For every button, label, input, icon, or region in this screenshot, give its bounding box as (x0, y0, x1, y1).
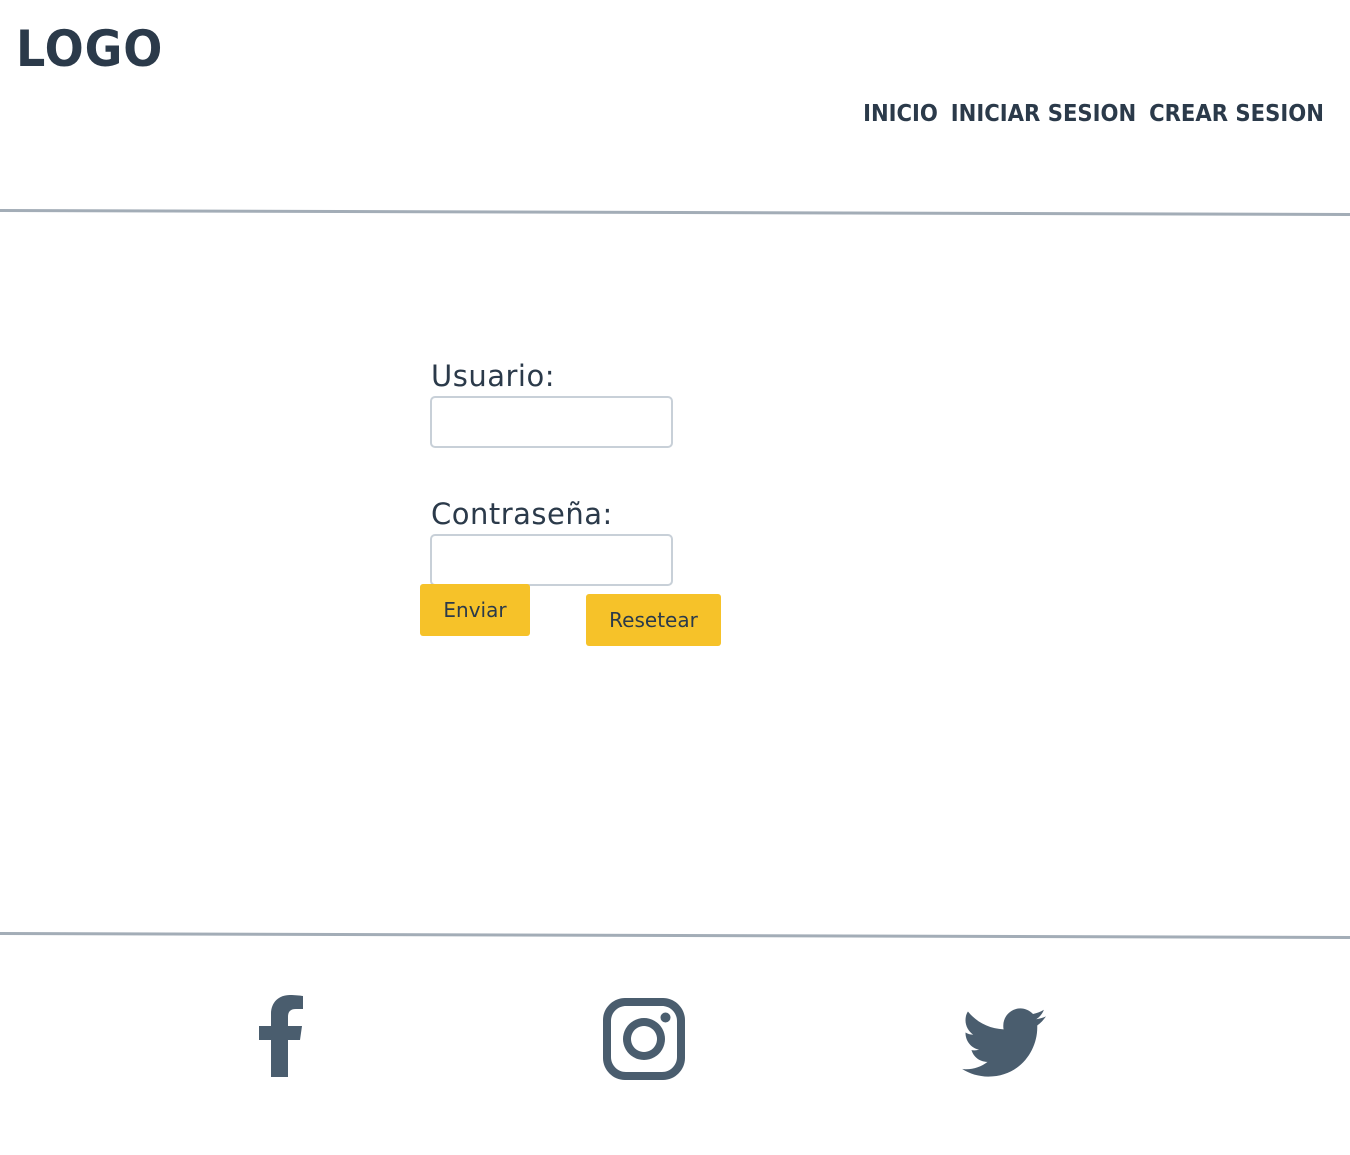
user-input[interactable] (430, 396, 673, 448)
instagram-icon[interactable] (603, 998, 685, 1080)
twitter-icon[interactable] (962, 1008, 1046, 1078)
password-label: Contraseña: (431, 497, 613, 531)
nav-item-inicio[interactable]: INICIO (863, 103, 938, 126)
facebook-icon[interactable] (258, 995, 304, 1077)
logo[interactable]: LOGO (16, 24, 163, 74)
password-input[interactable] (430, 534, 673, 586)
main-nav: INICIO INICIAR SESION CREAR SESION (863, 103, 1324, 126)
nav-item-iniciar-sesion[interactable]: INICIAR SESION (951, 103, 1136, 126)
footer-divider (0, 932, 1350, 940)
reset-button[interactable]: Resetear (586, 594, 721, 646)
submit-button[interactable]: Enviar (420, 584, 530, 636)
header-divider (0, 209, 1350, 217)
user-label: Usuario: (431, 359, 555, 393)
nav-item-crear-sesion[interactable]: CREAR SESION (1149, 103, 1324, 126)
